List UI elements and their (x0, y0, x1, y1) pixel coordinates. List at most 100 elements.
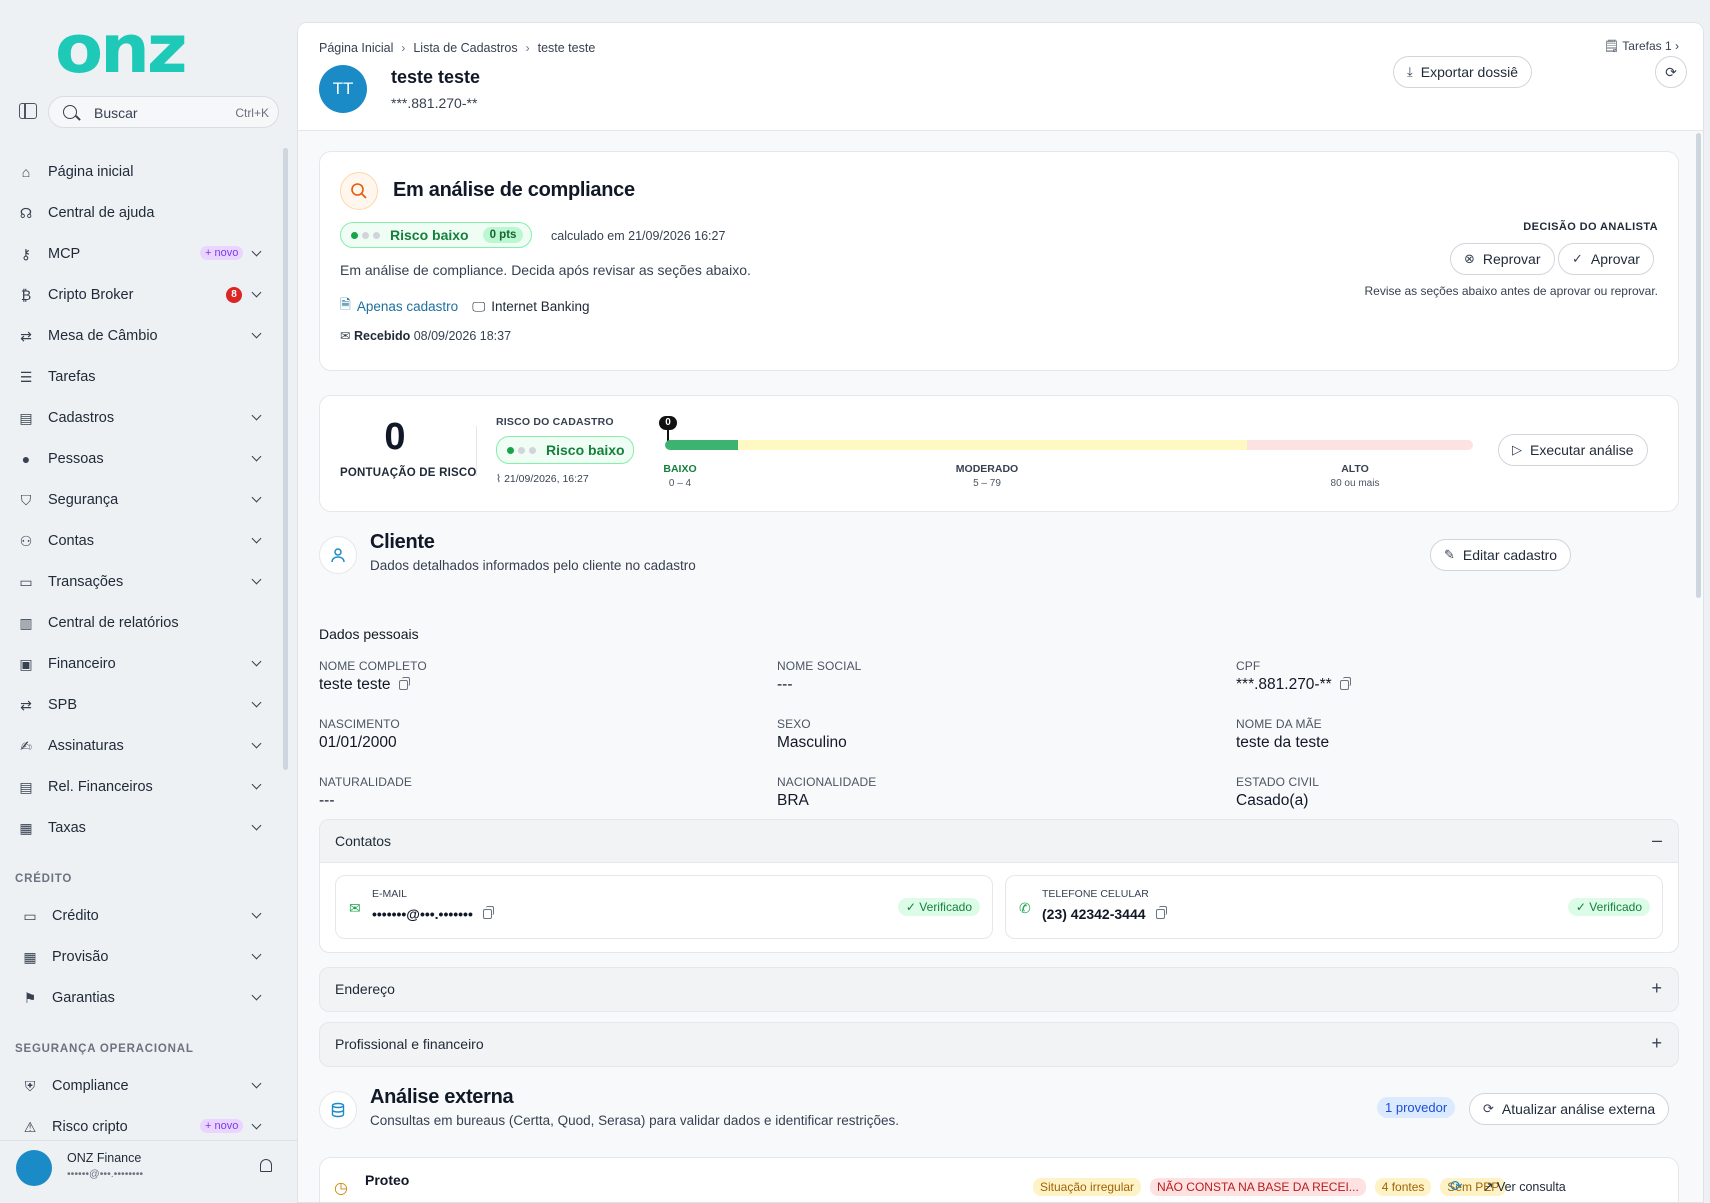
view-query-link[interactable]: ↗ Ver consulta (1483, 1179, 1566, 1194)
bell-icon[interactable] (260, 1159, 272, 1172)
decision-hint: Revise as seções abaixo antes de aprovar… (1364, 284, 1658, 298)
expand-icon[interactable]: + (1651, 978, 1662, 999)
copy-icon[interactable] (1155, 906, 1167, 919)
sidebar-toggle-icon[interactable] (19, 103, 37, 119)
nav-label: Cripto Broker (48, 287, 134, 303)
sidebar-item-cadastros[interactable]: ▤ Cadastros (0, 399, 280, 437)
chevron-down-icon[interactable] (251, 990, 262, 1001)
sidebar-item-pessoas[interactable]: ● Pessoas (0, 440, 280, 478)
onz-logo[interactable]: onz (55, 16, 235, 83)
sidebar-item-central-de-relatorios[interactable]: ▥ Central de relatórios (0, 604, 280, 642)
chevron-right-icon: › (525, 41, 530, 55)
risk-score-card: 0 PONTUAÇÃO DE RISCO RISCO DO CADASTRO R… (319, 395, 1679, 512)
user-profile[interactable]: ONZ Finance ••••••@•••.•••••••• (0, 1140, 297, 1203)
risk-title: RISCO DO CADASTRO (496, 416, 614, 428)
sidebar-item-central-de-ajuda[interactable]: ☊ Central de ajuda (0, 194, 280, 232)
chevron-down-icon[interactable] (251, 246, 262, 257)
refresh-external-button[interactable]: ⟳ Atualizar análise externa (1469, 1093, 1670, 1125)
new-badge: + novo (200, 246, 244, 260)
chevron-down-icon[interactable] (251, 492, 262, 503)
chevron-down-icon[interactable] (251, 738, 262, 749)
approve-button[interactable]: ✓ Aprovar (1558, 243, 1654, 275)
nav-label: Central de ajuda (48, 205, 155, 221)
address-accordion[interactable]: Endereço + (319, 967, 1679, 1012)
sidebar-item-mcp[interactable]: ⚷ MCP + novo (0, 235, 280, 273)
chevron-down-icon[interactable] (251, 949, 262, 960)
guarantee-icon: ⚑ (23, 989, 37, 1006)
avatar[interactable] (16, 1150, 52, 1186)
field-value-text: ***.881.270-** (1236, 676, 1332, 693)
refresh-button[interactable]: ⟳ (1655, 56, 1687, 88)
sidebar-item-garantias[interactable]: ⚑ Garantias (0, 979, 280, 1017)
chevron-down-icon[interactable] (251, 410, 262, 421)
edit-register-button[interactable]: ✎ Editar cadastro (1430, 539, 1572, 571)
run-analysis-button[interactable]: ▷ Executar análise (1498, 434, 1648, 466)
copy-icon[interactable] (398, 677, 410, 690)
chip-receita: NÃO CONSTA NA BASE DA RECEI... (1149, 1178, 1366, 1196)
sidebar-item-tarefas[interactable]: ☰ Tarefas (0, 358, 280, 396)
email-label: E-MAIL (372, 888, 408, 900)
sidebar-item-assinaturas[interactable]: ✍ Assinaturas (0, 727, 280, 765)
tag-register-only[interactable]: 🗎 Apenas cadastro (340, 295, 458, 318)
client-section-subtitle: Dados detalhados informados pelo cliente… (370, 558, 696, 573)
chevron-down-icon[interactable] (251, 533, 262, 544)
chevron-down-icon[interactable] (251, 1119, 262, 1130)
breadcrumb-home[interactable]: Página Inicial (319, 41, 393, 55)
chevron-down-icon[interactable] (251, 908, 262, 919)
reject-button[interactable]: ⊗ Reprovar (1450, 243, 1555, 275)
person-icon: ● (21, 451, 31, 467)
sidebar-item-spb[interactable]: ⇄ SPB (0, 686, 280, 724)
sidebar-scrollbar[interactable] (283, 148, 288, 770)
chevron-down-icon[interactable] (251, 779, 262, 790)
sidebar-item-financeiro[interactable]: ▣ Financeiro (0, 645, 280, 683)
email-value: •••••••@•••.••••••• (372, 906, 494, 922)
chevron-down-icon[interactable] (251, 328, 262, 339)
sidebar-item-transacoes[interactable]: ▭ Transações (0, 563, 280, 601)
sidebar-item-taxas[interactable]: ▦ Taxas (0, 809, 280, 847)
clipboard-icon: 🗒 (1603, 39, 1620, 53)
provider-card[interactable]: ◷ Proteo Situação irregular NÃO CONSTA N… (319, 1157, 1679, 1202)
chevron-down-icon[interactable] (251, 451, 262, 462)
sidebar-item-provisao[interactable]: ▦ Provisão (0, 938, 280, 976)
chevron-down-icon[interactable] (251, 287, 262, 298)
nav-label: Crédito (52, 908, 99, 924)
field-value-text: 01/01/2000 (319, 734, 397, 751)
main-scrollbar[interactable] (1696, 133, 1701, 598)
chevron-down-icon[interactable] (251, 820, 262, 831)
chevron-down-icon[interactable] (251, 1078, 262, 1089)
external-analysis-subtitle: Consultas em bureaus (Certta, Quod, Sera… (370, 1113, 900, 1128)
search-input[interactable]: Buscar Ctrl+K (48, 96, 279, 128)
chevron-down-icon[interactable] (251, 697, 262, 708)
export-dossier-button[interactable]: ⤓ Exportar dossiê (1393, 56, 1533, 88)
signature-icon: ✍ (20, 737, 32, 754)
address-header[interactable]: Endereço (335, 981, 395, 997)
sidebar-item-seguranca[interactable]: ⛉ Segurança (0, 481, 280, 519)
expand-icon[interactable]: + (1651, 1033, 1662, 1054)
sidebar-item-contas[interactable]: ⚇ Contas (0, 522, 280, 560)
sidebar-item-pagina-inicial[interactable]: ⌂ Página inicial (0, 153, 280, 191)
refresh-icon[interactable]: ⟳ (1450, 1177, 1463, 1195)
contacts-header[interactable]: Contatos (335, 833, 391, 849)
exchange-icon: ⇄ (20, 327, 32, 344)
professional-accordion[interactable]: Profissional e financeiro + (319, 1022, 1679, 1067)
professional-header[interactable]: Profissional e financeiro (335, 1036, 484, 1052)
sidebar-item-credito[interactable]: ▭ Crédito (0, 897, 280, 935)
field-value-text: teste da teste (1236, 734, 1330, 751)
field-value: teste da teste (1236, 734, 1329, 752)
chevron-down-icon[interactable] (251, 656, 262, 667)
breadcrumb-list[interactable]: Lista de Cadastros (413, 41, 517, 55)
collapse-icon[interactable]: – (1652, 830, 1662, 851)
sidebar-item-mesa-de-cambio[interactable]: ⇄ Mesa de Câmbio (0, 317, 280, 355)
sidebar-item-compliance[interactable]: ⛨ Compliance (0, 1067, 280, 1105)
copy-icon[interactable] (482, 906, 494, 919)
sidebar-item-rel-financeiros[interactable]: ▤ Rel. Financeiros (0, 768, 280, 806)
count-badge: 8 (226, 287, 242, 303)
tasks-link[interactable]: 🗒 Tarefas 1 › (1604, 39, 1679, 53)
inbox-icon: ✉ (340, 329, 351, 343)
risk-level-dots (507, 446, 536, 454)
chevron-down-icon[interactable] (251, 574, 262, 585)
external-analysis-title: Análise externa (370, 1086, 514, 1108)
sidebar-item-cripto-broker[interactable]: ₿ Cripto Broker 8 (0, 276, 280, 314)
copy-icon[interactable] (1339, 677, 1351, 690)
activity-icon: ⌇ (496, 473, 502, 485)
